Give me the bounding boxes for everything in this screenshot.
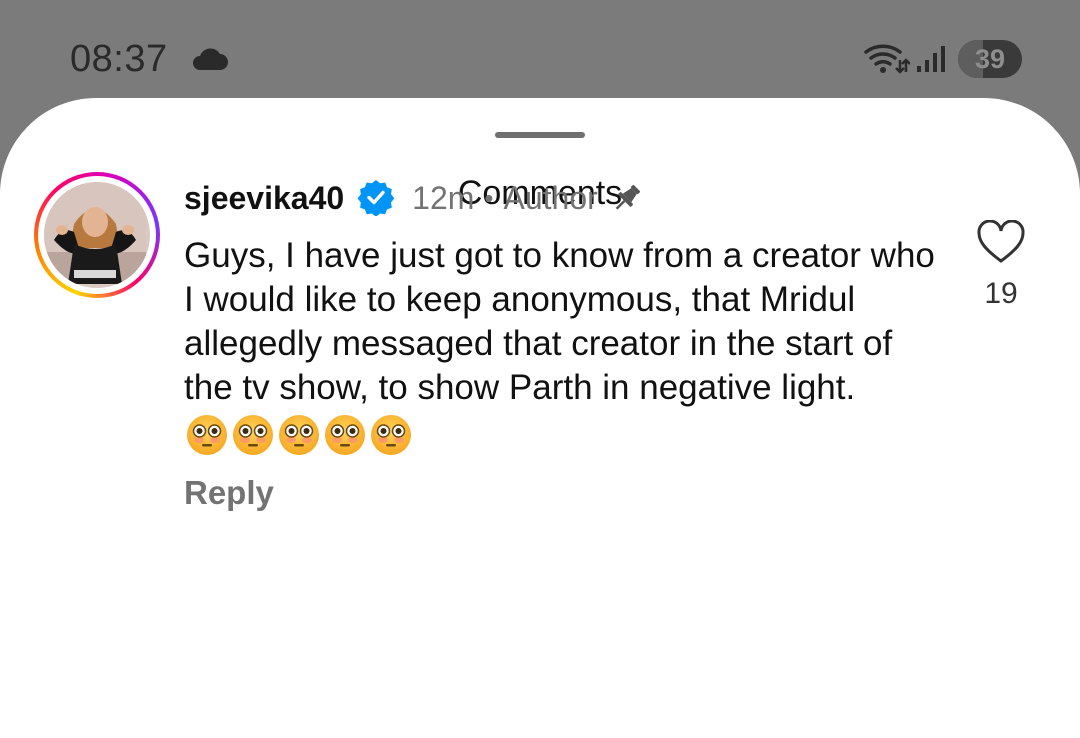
flushed-face-emoji <box>276 412 322 458</box>
cloud-icon <box>190 48 230 77</box>
like-count: 19 <box>984 277 1018 310</box>
meta-separator: • <box>484 182 494 213</box>
battery-level: 39 <box>974 44 1006 74</box>
comment-meta: sjeevika40 12m • Author <box>184 176 944 220</box>
flushed-face-emoji <box>322 412 368 458</box>
author-label: Author <box>503 179 598 216</box>
flushed-face-emoji <box>184 412 230 458</box>
avatar[interactable] <box>44 182 150 288</box>
comment: sjeevika40 12m • Author Guys, I have jus… <box>184 176 944 512</box>
flushed-face-emoji <box>368 412 414 458</box>
flushed-face-emoji <box>230 412 276 458</box>
comment-text: Guys, I have just got to know from a cre… <box>184 236 935 407</box>
emoji-row <box>184 412 944 458</box>
comment-username[interactable]: sjeevika40 <box>184 180 344 217</box>
avatar-image <box>44 182 146 284</box>
story-ring[interactable] <box>34 172 160 298</box>
status-time: 08:37 <box>70 38 168 80</box>
reply-button[interactable]: Reply <box>184 474 944 512</box>
verified-badge-icon <box>357 179 395 221</box>
drag-handle[interactable] <box>495 132 585 138</box>
pin-icon <box>610 181 644 220</box>
wifi-icon <box>862 40 911 81</box>
battery-indicator: 39 <box>958 40 1022 78</box>
heart-icon[interactable] <box>976 219 1026 268</box>
like-section: 19 <box>972 219 1030 311</box>
signal-icon <box>915 44 949 79</box>
comment-timestamp: 12m <box>412 179 475 216</box>
status-bar: 08:37 39 <box>0 0 1080 100</box>
